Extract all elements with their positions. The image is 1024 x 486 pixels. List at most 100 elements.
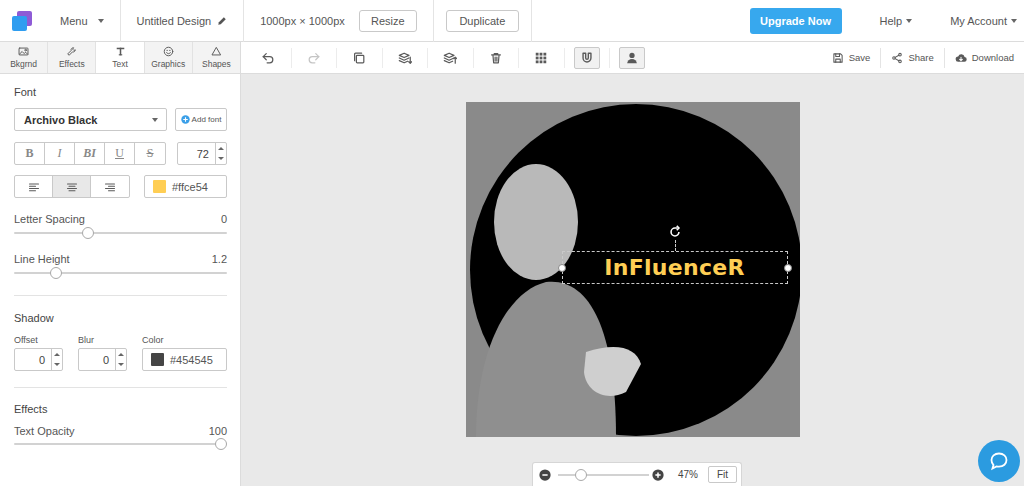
slider-thumb[interactable]	[82, 227, 94, 239]
color-swatch[interactable]	[151, 353, 164, 366]
tool-toggle[interactable]	[301, 47, 327, 69]
slider-thumb[interactable]	[575, 469, 587, 481]
caret-icon	[152, 118, 158, 122]
tool-row: BkgrndEffectsTextGraphicsShapes Save Shar…	[0, 42, 1024, 74]
text-color-field[interactable]: #ffce54	[144, 175, 227, 198]
panel-tab[interactable]: Text	[96, 42, 144, 73]
style-label: U	[115, 146, 124, 161]
duplicate-button[interactable]: Duplicate	[446, 10, 519, 32]
chat-button[interactable]	[978, 440, 1020, 482]
align-buttons	[14, 175, 130, 198]
blur-value: 0	[79, 349, 115, 370]
color-value: #454545	[170, 354, 213, 366]
action-label: Share	[908, 52, 933, 63]
shadow-fields: Offset 0 Blur 0 Color #454545	[14, 334, 227, 371]
workspace: Font Archivo Black Add font BIBIUS 72 #f…	[0, 74, 1024, 486]
style-button[interactable]: BI	[75, 143, 105, 164]
magnet-button[interactable]	[564, 48, 610, 68]
tool-toggle[interactable]	[483, 47, 509, 69]
canvas-text[interactable]: InFluenceR	[604, 255, 745, 280]
save-button[interactable]: Save	[822, 48, 881, 68]
slider-value: 0	[221, 213, 227, 226]
share-icon	[891, 52, 903, 64]
person-button[interactable]	[609, 48, 655, 68]
logo[interactable]	[0, 0, 44, 42]
toolbar: Save Share Download	[241, 42, 1024, 73]
image-icon	[18, 46, 29, 57]
style-button[interactable]: S	[135, 143, 165, 164]
fit-button[interactable]: Fit	[708, 466, 737, 483]
tool-toggle[interactable]	[574, 47, 600, 69]
slider-thumb[interactable]	[215, 438, 227, 450]
spinner[interactable]	[115, 349, 126, 370]
spinner[interactable]	[215, 143, 226, 164]
slider-track[interactable]	[14, 267, 227, 279]
style-button[interactable]: B	[15, 143, 45, 164]
color-swatch[interactable]	[153, 180, 166, 193]
font-size-field[interactable]: 72	[177, 142, 227, 165]
style-button[interactable]: I	[45, 143, 75, 164]
share-button[interactable]: Share	[880, 48, 943, 68]
top-bar: Menu Untitled Design 1000px × 1000px Resi…	[0, 0, 1024, 42]
shadow-color-field[interactable]: #454545	[142, 348, 227, 371]
design-title[interactable]: Untitled Design	[121, 0, 245, 42]
zoom-value: 47%	[678, 469, 698, 480]
add-font-button[interactable]: Add font	[175, 108, 227, 131]
slider-track[interactable]	[14, 227, 227, 239]
shadow-color-control: Color #454545	[142, 334, 227, 371]
font-select[interactable]: Archivo Black	[14, 108, 167, 131]
trash-button[interactable]	[473, 48, 519, 68]
text-element[interactable]: InFluenceR	[562, 251, 788, 284]
account-menu[interactable]: My Account	[950, 15, 1017, 27]
size-group: 1000px × 1000px Resize	[244, 0, 434, 42]
tool-toggle[interactable]	[619, 47, 645, 69]
zoom-out-icon[interactable]	[539, 469, 551, 481]
panel-tab[interactable]: Graphics	[145, 42, 193, 73]
upgrade-button[interactable]: Upgrade Now	[750, 8, 842, 34]
help-menu[interactable]: Help	[880, 15, 913, 27]
copy-button[interactable]	[336, 48, 382, 68]
text-panel: Font Archivo Black Add font BIBIUS 72 #f…	[0, 74, 241, 486]
layerdown-button[interactable]	[382, 48, 428, 68]
menu-button[interactable]: Menu	[44, 0, 121, 42]
tool-toggle[interactable]	[255, 47, 281, 69]
resize-handle[interactable]	[558, 264, 566, 272]
blur-field[interactable]: 0	[78, 348, 127, 371]
undo-button[interactable]	[245, 48, 291, 68]
field-label: Offset	[14, 334, 63, 346]
tool-toggle[interactable]	[392, 47, 418, 69]
align-center-button[interactable]	[53, 176, 91, 197]
zoom-slider[interactable]	[558, 470, 649, 480]
triangle-icon	[211, 46, 222, 57]
style-buttons: BIBIUS	[14, 142, 166, 165]
tool-toggle[interactable]	[437, 47, 463, 69]
offset-field[interactable]: 0	[14, 348, 63, 371]
download-button[interactable]: Download	[944, 48, 1024, 68]
section-title: Shadow	[14, 312, 227, 325]
redo-icon	[307, 51, 321, 65]
align-left-button[interactable]	[15, 176, 53, 197]
style-button[interactable]: U	[105, 143, 135, 164]
design-canvas[interactable]: InFluenceR	[466, 102, 800, 437]
layerdown-icon	[398, 51, 412, 65]
zoom-in-icon[interactable]	[652, 469, 664, 481]
panel-tab[interactable]: Shapes	[193, 42, 240, 73]
tool-toggle[interactable]	[346, 47, 372, 69]
canvas-size: 1000px × 1000px	[260, 15, 345, 27]
slider-track[interactable]	[14, 438, 227, 450]
slider-value: 1.2	[212, 253, 227, 266]
tool-toggle[interactable]	[528, 47, 554, 69]
grid-button[interactable]	[518, 48, 564, 68]
rotate-icon[interactable]	[668, 225, 682, 239]
slider-thumb[interactable]	[50, 267, 62, 279]
action-label: Download	[972, 52, 1014, 63]
resize-handle[interactable]	[784, 264, 792, 272]
panel-tab[interactable]: Bkgrnd	[0, 42, 48, 73]
resize-button[interactable]: Resize	[359, 10, 417, 32]
trash-icon	[489, 51, 503, 65]
align-right-button[interactable]	[91, 176, 129, 197]
layerup-button[interactable]	[427, 48, 473, 68]
spinner[interactable]	[51, 349, 62, 370]
letter-spacing-control: Letter Spacing0	[14, 213, 227, 239]
panel-tab[interactable]: Effects	[48, 42, 96, 73]
